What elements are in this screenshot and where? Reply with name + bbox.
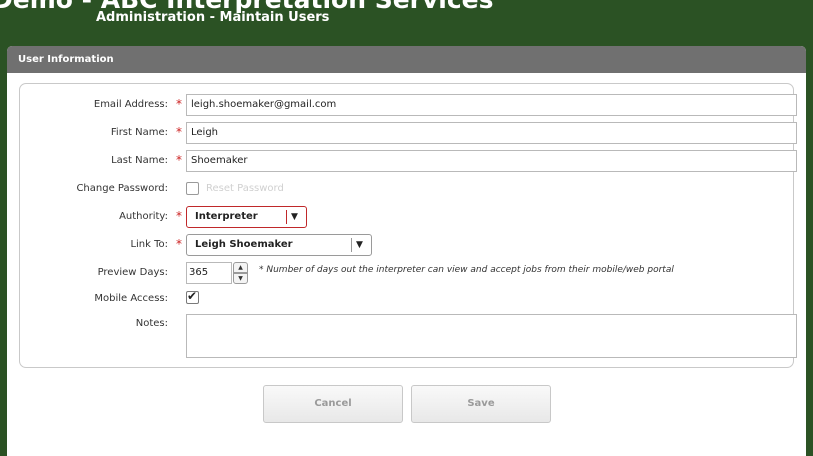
first-name-field[interactable]: Leigh: [186, 122, 797, 144]
increment-icon[interactable]: ▲: [233, 262, 248, 273]
page-subtitle: Administration - Maintain Users: [96, 10, 330, 25]
last-name-field[interactable]: Shoemaker: [186, 150, 797, 172]
save-button[interactable]: Save: [411, 385, 551, 423]
link-to-value: Leigh Shoemaker: [195, 239, 293, 250]
reset-password-checkbox[interactable]: [186, 182, 199, 195]
email-field[interactable]: leigh.shoemaker@gmail.com: [186, 94, 797, 116]
notes-textarea[interactable]: [186, 314, 797, 358]
cancel-button[interactable]: Cancel: [263, 385, 403, 423]
notes-label: Notes:: [135, 318, 168, 329]
link-to-separator: [351, 238, 352, 252]
reset-password-label: Reset Password: [206, 183, 284, 194]
change-password-label: Change Password:: [76, 183, 168, 194]
email-required-marker: *: [176, 97, 182, 111]
link-to-required-marker: *: [176, 237, 182, 251]
last-name-required-marker: *: [176, 153, 182, 167]
chevron-down-icon[interactable]: ▼: [291, 207, 298, 227]
user-information-panel: User Information Email Address: * leigh.…: [7, 46, 806, 456]
first-name-label: First Name:: [110, 127, 168, 138]
checkmark-icon: ✔: [187, 289, 198, 303]
preview-days-input[interactable]: 365: [186, 262, 232, 284]
authority-separator: [286, 210, 287, 224]
authority-required-marker: *: [176, 209, 182, 223]
authority-label: Authority:: [119, 211, 168, 222]
link-to-label: Link To:: [130, 239, 168, 250]
link-to-select[interactable]: Leigh Shoemaker ▼: [186, 234, 372, 256]
authority-value: Interpreter: [195, 211, 258, 222]
user-form: Email Address: * leigh.shoemaker@gmail.c…: [19, 83, 797, 368]
preview-days-note: * Number of days out the interpreter can…: [259, 265, 674, 275]
preview-days-label: Preview Days:: [97, 267, 168, 278]
email-label: Email Address:: [93, 99, 168, 110]
last-name-label: Last Name:: [111, 155, 168, 166]
mobile-access-checkbox[interactable]: ✔: [186, 289, 199, 304]
panel-title: User Information: [7, 46, 806, 73]
first-name-required-marker: *: [176, 125, 182, 139]
mobile-access-label: Mobile Access:: [94, 293, 168, 304]
decrement-icon[interactable]: ▼: [233, 273, 248, 284]
authority-select[interactable]: Interpreter ▼: [186, 206, 307, 228]
chevron-down-icon[interactable]: ▼: [356, 235, 363, 255]
preview-days-stepper[interactable]: 365 ▲ ▼: [186, 262, 248, 284]
